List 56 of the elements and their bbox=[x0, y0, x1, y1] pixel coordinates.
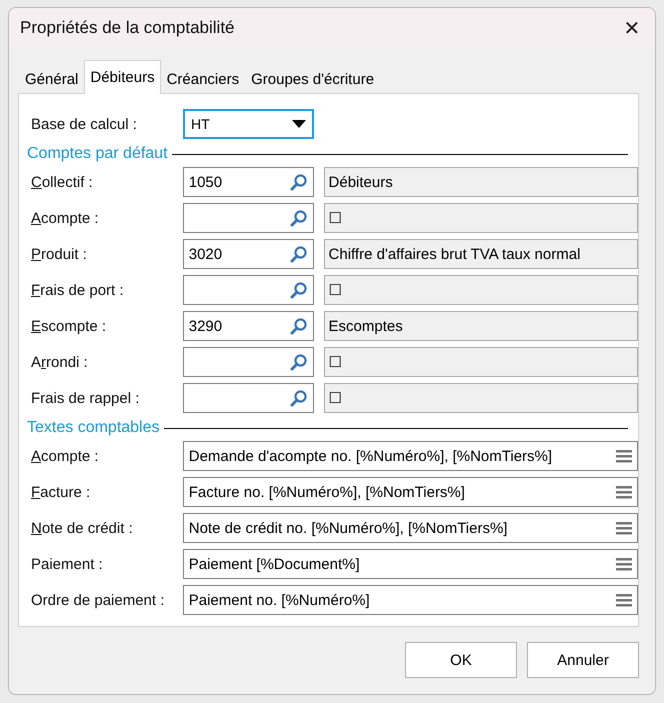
tab[interactable]: Créanciers bbox=[160, 65, 246, 93]
field-label: Facture : bbox=[31, 484, 92, 500]
account-field[interactable]: 1050 bbox=[182, 167, 314, 197]
menu-icon[interactable] bbox=[616, 557, 632, 571]
field-label: Ordre de paiement : bbox=[31, 592, 166, 608]
menu-icon[interactable] bbox=[616, 521, 632, 535]
account-field[interactable] bbox=[182, 275, 314, 305]
account-field[interactable]: 3020 bbox=[182, 239, 314, 269]
search-icon[interactable] bbox=[290, 317, 308, 335]
field-label: Escompte : bbox=[31, 318, 108, 334]
menu-icon[interactable] bbox=[616, 593, 632, 607]
close-button[interactable]: ✕ bbox=[609, 8, 655, 48]
account-description: Chiffre d'affaires brut TVA taux normal bbox=[324, 239, 638, 269]
text-field[interactable]: Demande d'acompte no. [%Numéro%], [%NomTiers%] bbox=[182, 441, 638, 471]
caret-icon bbox=[292, 120, 306, 128]
window-title: Propriétés de la comptabilité bbox=[20, 18, 235, 38]
search-icon[interactable] bbox=[290, 353, 308, 371]
search-icon[interactable] bbox=[290, 389, 308, 407]
account-field[interactable] bbox=[182, 347, 314, 377]
search-icon[interactable] bbox=[290, 209, 308, 227]
text-field[interactable]: Paiement no. [%Numéro%] bbox=[182, 585, 638, 615]
text-field[interactable]: Facture no. [%Numéro%], [%NomTiers%] bbox=[182, 477, 638, 507]
section-title: Textes comptables bbox=[27, 419, 160, 437]
tab[interactable]: Général bbox=[19, 65, 84, 93]
search-icon[interactable] bbox=[290, 281, 308, 299]
ok-button[interactable]: OK bbox=[405, 642, 517, 678]
field-label: Produit : bbox=[31, 246, 88, 262]
cancel-button[interactable]: Annuler bbox=[527, 642, 639, 678]
account-description: ☐ bbox=[324, 383, 638, 413]
account-field[interactable]: 3290 bbox=[182, 311, 314, 341]
tab[interactable]: Débiteurs bbox=[84, 60, 161, 94]
field-label: Arrondi : bbox=[31, 354, 89, 370]
account-field[interactable] bbox=[182, 203, 314, 233]
field-label: Frais de rappel : bbox=[31, 390, 140, 406]
text-field[interactable]: Note de crédit no. [%Numéro%], [%NomTiers%] bbox=[182, 513, 638, 543]
field-label: Paiement : bbox=[31, 556, 104, 572]
field-label: Acompte : bbox=[31, 448, 100, 464]
field-label: Acompte : bbox=[31, 210, 100, 226]
text-field[interactable]: Paiement [%Document%] bbox=[182, 549, 638, 579]
search-icon[interactable] bbox=[290, 173, 308, 191]
account-description: ☐ bbox=[324, 347, 638, 377]
search-icon[interactable] bbox=[290, 245, 308, 263]
dropdown[interactable]: HT bbox=[183, 109, 314, 139]
field-label: Note de crédit : bbox=[31, 520, 134, 536]
account-description: ☐ bbox=[324, 203, 638, 233]
field-label: Collectif : bbox=[31, 174, 94, 190]
account-field[interactable] bbox=[182, 383, 314, 413]
field-label: Base de calcul : bbox=[31, 116, 138, 132]
menu-icon[interactable] bbox=[616, 449, 632, 463]
account-description: Escomptes bbox=[324, 311, 638, 341]
field-label: Frais de port : bbox=[31, 282, 125, 298]
tab[interactable]: Groupes d'écriture bbox=[245, 65, 380, 93]
section-title: Comptes par défaut bbox=[27, 145, 168, 163]
account-description: ☐ bbox=[324, 275, 638, 305]
menu-icon[interactable] bbox=[616, 485, 632, 499]
account-description: Débiteurs bbox=[324, 167, 638, 197]
